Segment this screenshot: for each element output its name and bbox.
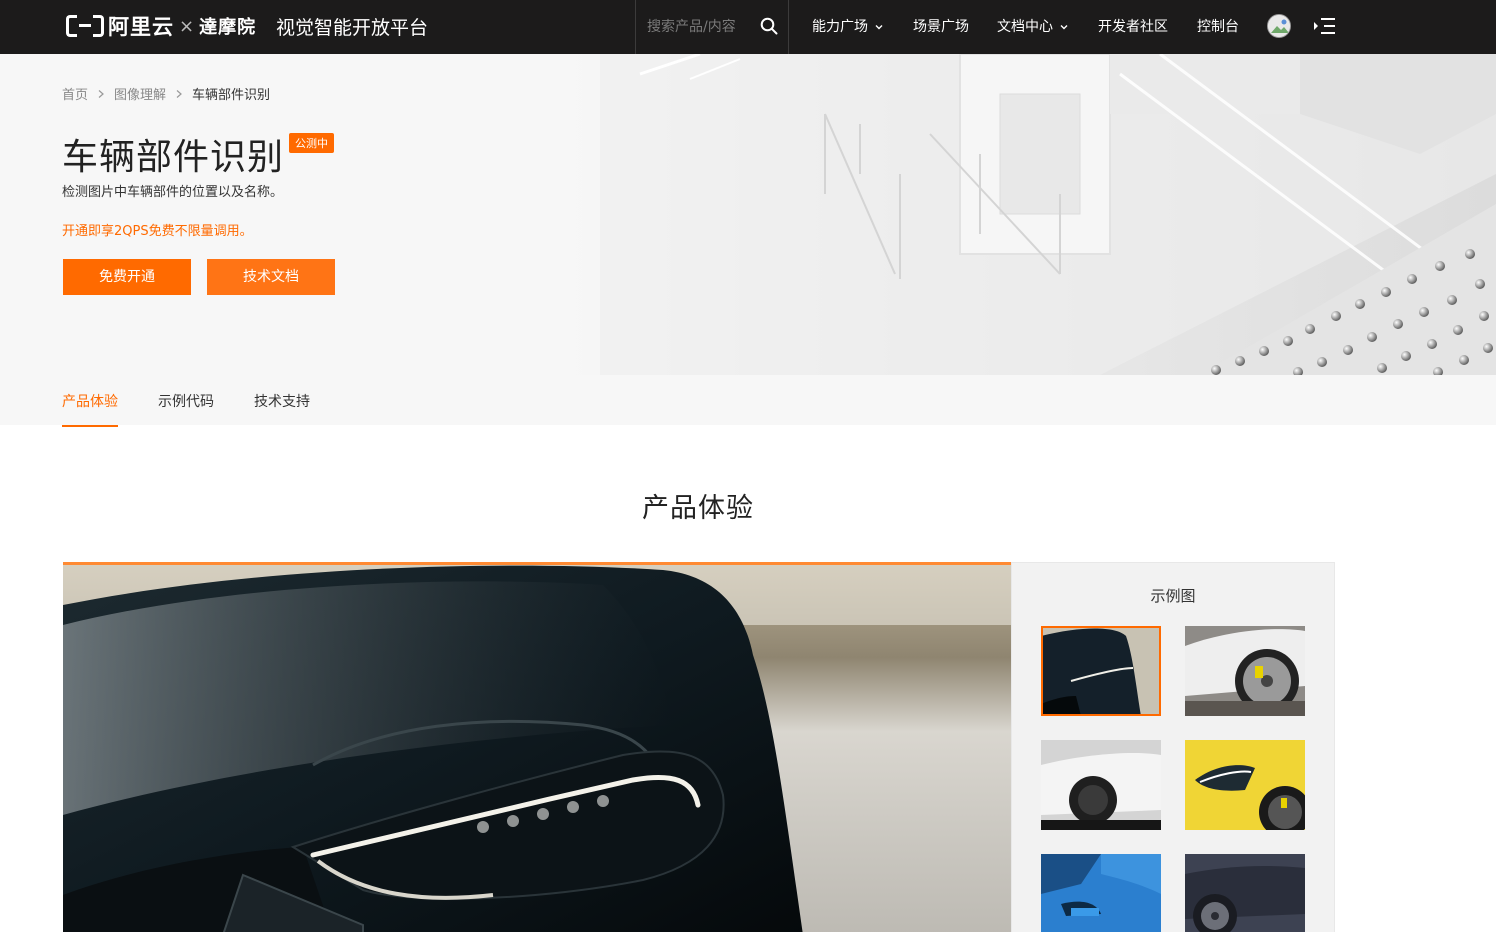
page-description: 检测图片中车辆部件的位置以及名称。 (62, 185, 284, 200)
nav-item-label: 控制台 (1197, 19, 1239, 35)
breadcrumb: 首页 图像理解 车辆部件识别 (62, 84, 270, 103)
tab-tech-support[interactable]: 技术支持 (254, 391, 310, 425)
section-title: 产品体验 (642, 493, 754, 524)
sample-thumbnail-2[interactable] (1185, 626, 1305, 716)
nav-item-scenario-square[interactable]: 场景广场 (913, 16, 969, 36)
search-input[interactable] (636, 0, 754, 54)
image-viewer[interactable] (63, 562, 1011, 932)
chevron-right-icon (176, 89, 182, 98)
breadcrumb-home[interactable]: 首页 (62, 84, 88, 103)
sample-image-panel: 示例图 (1011, 562, 1335, 932)
tab-sample-code[interactable]: 示例代码 (158, 391, 214, 425)
hero-banner: 首页 图像理解 车辆部件识别 车辆部件识别 公测中 检测图片中车辆部件的位置以及… (0, 54, 1496, 375)
car-side-white-thumbnail (1041, 740, 1161, 830)
nav-item-console[interactable]: 控制台 (1197, 16, 1239, 36)
car-yellow-thumbnail (1185, 740, 1305, 830)
nav-item-capability-square[interactable]: 能力广场 (812, 16, 884, 36)
avatar[interactable] (1267, 14, 1291, 38)
page-title: 车辆部件识别 (62, 137, 285, 178)
free-activate-button[interactable]: 免费开通 (63, 259, 191, 295)
sample-thumbnail-5[interactable] (1041, 854, 1161, 932)
car-dark-thumbnail (1185, 854, 1305, 932)
logo-separator: × (179, 15, 195, 37)
logo-aliyun-text: 阿里云 (108, 15, 174, 39)
search-icon[interactable] (760, 17, 778, 35)
nav-item-label: 开发者社区 (1098, 19, 1168, 35)
sample-thumbnail-3[interactable] (1041, 740, 1161, 830)
promo-text: 开通即享2QPS免费不限量调用。 (62, 224, 253, 239)
sample-thumbnail-6[interactable] (1185, 854, 1305, 932)
sample-thumbnail-4[interactable] (1185, 740, 1305, 830)
sample-thumbnail-1[interactable] (1041, 626, 1161, 716)
logo[interactable]: 阿里云 × 達摩院 (66, 12, 256, 40)
nav-item-label: 文档中心 (997, 19, 1053, 35)
nav-item-docs-center[interactable]: 文档中心 (997, 16, 1069, 36)
tab-bar: 产品体验 示例代码 技术支持 (0, 375, 1496, 427)
car-wheel-white-thumbnail (1185, 626, 1305, 716)
car-headlight-thumbnail (1041, 626, 1161, 716)
chevron-down-icon (875, 25, 883, 30)
tech-docs-button[interactable]: 技术文档 (207, 259, 335, 295)
aliyun-logo-icon (66, 15, 104, 37)
breadcrumb-current: 车辆部件识别 (192, 88, 271, 103)
breadcrumb-image-understanding[interactable]: 图像理解 (114, 84, 166, 103)
status-badge: 公测中 (289, 133, 334, 153)
top-navigation: 阿里云 × 達摩院 视觉智能开放平台 能力广场 场景广场 文档中心 开发者社区 … (0, 0, 1496, 54)
car-blue-thumbnail (1041, 854, 1161, 932)
broken-image-icon (1268, 15, 1290, 37)
chevron-down-icon (1060, 25, 1068, 30)
car-headlight-image (63, 565, 1011, 932)
menu-icon[interactable] (1314, 16, 1336, 36)
chevron-right-icon (98, 89, 104, 98)
nav-item-label: 能力广场 (812, 19, 868, 35)
platform-title[interactable]: 视觉智能开放平台 (276, 13, 428, 40)
nav-item-label: 场景广场 (913, 19, 969, 35)
search-box (635, 0, 789, 54)
logo-damo-text: 達摩院 (199, 17, 257, 38)
nav-item-developer-community[interactable]: 开发者社区 (1098, 16, 1168, 36)
tab-product-experience[interactable]: 产品体验 (62, 391, 118, 427)
sample-panel-title: 示例图 (1150, 587, 1196, 605)
